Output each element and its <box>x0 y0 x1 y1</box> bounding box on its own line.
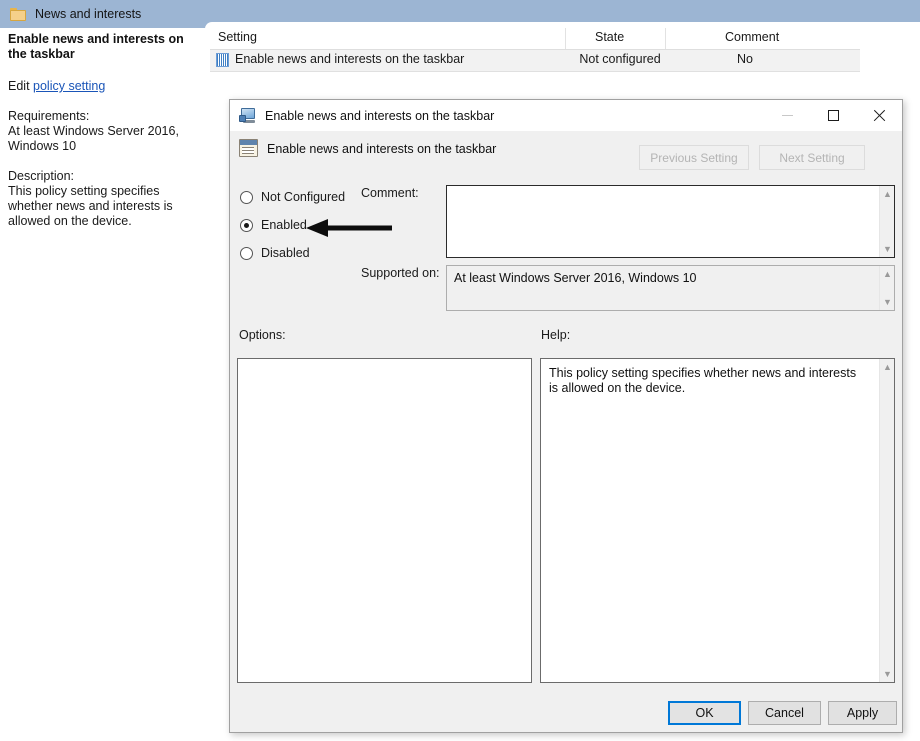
options-label: Options: <box>239 328 286 342</box>
radio-disabled[interactable]: Disabled <box>240 246 310 260</box>
help-text: This policy setting specifies whether ne… <box>549 366 857 395</box>
edit-policy-line: Edit policy setting <box>8 79 197 94</box>
table-row[interactable]: Enable news and interests on the taskbar… <box>210 50 860 72</box>
column-header-setting[interactable]: Setting <box>218 30 257 44</box>
comment-scrollbar[interactable]: ▲ ▼ <box>879 186 894 257</box>
folder-icon <box>10 7 26 21</box>
extended-info-sidebar: Enable news and interests on the taskbar… <box>0 30 205 229</box>
comment-label: Comment: <box>361 186 419 200</box>
maximize-button[interactable] <box>810 100 856 131</box>
requirements-label: Requirements: <box>8 109 90 123</box>
edit-policy-setting-link[interactable]: policy setting <box>33 79 105 93</box>
policy-setting-dialog: Enable news and interests on the taskbar… <box>229 99 903 733</box>
dialog-header: Enable news and interests on the taskbar… <box>230 131 902 183</box>
policy-document-icon <box>239 139 258 157</box>
radio-icon-selected <box>240 218 253 232</box>
maximize-icon <box>827 110 839 121</box>
close-button[interactable] <box>856 100 902 131</box>
computer-policy-icon <box>239 108 256 123</box>
description-value: This policy setting specifies whether ne… <box>8 184 173 228</box>
chevron-down-icon[interactable]: ▼ <box>880 295 895 309</box>
supported-on-label: Supported on: <box>361 266 440 280</box>
previous-setting-button[interactable]: Previous Setting <box>639 145 749 170</box>
help-label: Help: <box>541 328 571 342</box>
radio-not-configured[interactable]: Not Configured <box>240 190 345 204</box>
dialog-title: Enable news and interests on the taskbar <box>265 108 495 123</box>
column-header-comment[interactable]: Comment <box>725 30 779 44</box>
help-scrollbar[interactable]: ▲ ▼ <box>879 359 894 682</box>
chevron-down-icon[interactable]: ▼ <box>880 667 895 681</box>
radio-icon <box>240 246 253 260</box>
chevron-up-icon[interactable]: ▲ <box>880 187 895 201</box>
supported-on-scrollbar[interactable]: ▲ ▼ <box>879 266 894 310</box>
radio-label: Not Configured <box>261 190 346 204</box>
help-panel[interactable]: This policy setting specifies whether ne… <box>540 358 895 683</box>
radio-enabled[interactable]: Enabled <box>240 218 307 232</box>
ok-button[interactable]: OK <box>668 701 741 725</box>
supported-on-field: At least Windows Server 2016, Windows 10… <box>446 265 895 311</box>
group-header-tab[interactable]: News and interests <box>0 0 205 28</box>
edit-prefix-label: Edit <box>8 79 30 93</box>
comment-input[interactable]: ▲ ▼ <box>446 185 895 258</box>
column-divider <box>665 28 666 49</box>
annotation-arrow-icon <box>306 219 392 237</box>
apply-button[interactable]: Apply <box>828 701 897 725</box>
chevron-up-icon[interactable]: ▲ <box>880 360 895 374</box>
supported-on-value: At least Windows Server 2016, Windows 10 <box>454 271 697 285</box>
settings-list-header: Setting State Comment <box>210 28 860 50</box>
description-label: Description: <box>8 169 74 183</box>
requirements-block: Requirements: At least Windows Server 20… <box>8 109 193 154</box>
policy-setting-icon <box>216 53 229 67</box>
description-block: Description: This policy setting specifi… <box>8 169 193 229</box>
row-comment-value: No <box>737 52 753 66</box>
row-setting-name: Enable news and interests on the taskbar <box>235 52 465 66</box>
close-icon <box>873 109 886 122</box>
radio-label: Disabled <box>261 246 310 260</box>
minimize-button[interactable] <box>764 100 810 131</box>
column-divider <box>565 28 566 49</box>
dialog-titlebar[interactable]: Enable news and interests on the taskbar <box>230 100 902 131</box>
requirements-value: At least Windows Server 2016, Windows 10 <box>8 124 179 153</box>
minimize-icon <box>781 115 793 116</box>
cancel-button[interactable]: Cancel <box>748 701 821 725</box>
radio-label: Enabled <box>261 218 307 232</box>
group-header-label: News and interests <box>35 7 142 21</box>
chevron-down-icon[interactable]: ▼ <box>880 242 895 256</box>
options-panel[interactable] <box>237 358 532 683</box>
row-state-value: Not configured <box>579 52 661 66</box>
dialog-header-label: Enable news and interests on the taskbar <box>267 142 497 156</box>
radio-icon <box>240 190 253 204</box>
page-title: Enable news and interests on the taskbar <box>8 32 184 61</box>
next-setting-button[interactable]: Next Setting <box>759 145 865 170</box>
chevron-up-icon[interactable]: ▲ <box>880 267 895 281</box>
column-header-state[interactable]: State <box>595 30 624 44</box>
